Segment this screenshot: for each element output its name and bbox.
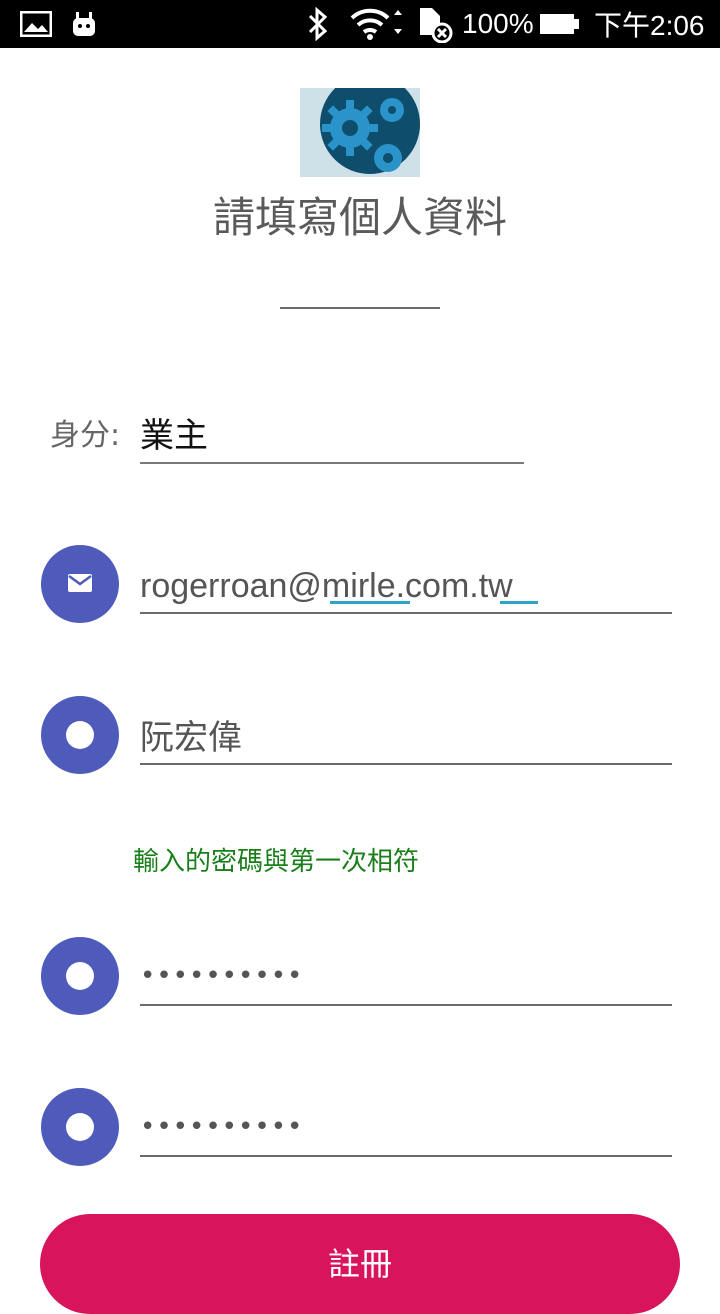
email-underline [140, 612, 672, 614]
circle-icon [41, 937, 119, 1015]
title-divider [280, 307, 440, 309]
password-underline [140, 1004, 672, 1006]
circle-icon [41, 1088, 119, 1166]
bluetooth-icon [306, 0, 330, 48]
status-bar: 100% 下午2:06 [0, 0, 720, 48]
circle-icon [41, 696, 119, 774]
android-icon [70, 0, 98, 48]
role-select[interactable]: 業主 [140, 412, 208, 460]
spellcheck-underline [330, 601, 410, 604]
sd-card-icon [418, 0, 454, 48]
name-field[interactable]: 阮宏偉 [140, 714, 242, 762]
confirm-password-field[interactable]: •••••••••• [140, 1107, 303, 1147]
mail-icon [41, 545, 119, 623]
page-title: 請填寫個人資料 [212, 193, 507, 242]
gears-logo-icon [300, 88, 420, 177]
register-button[interactable]: 註冊 [40, 1214, 680, 1314]
battery-percent: 100% [462, 8, 534, 39]
confirm-password-underline [140, 1155, 672, 1157]
wifi-icon [350, 0, 406, 48]
role-underline [140, 462, 524, 464]
role-label: 身分: [50, 418, 121, 453]
gallery-icon [20, 0, 52, 48]
clock: 下午2:06 [594, 10, 705, 41]
name-underline [140, 763, 672, 765]
password-field[interactable]: •••••••••• [140, 956, 303, 996]
spellcheck-underline [500, 601, 538, 604]
password-hint: 輸入的密碼與第一次相符 [133, 847, 420, 873]
email-field[interactable]: rogerroan@mirle.com.tw [140, 562, 513, 610]
battery-icon [540, 0, 580, 48]
